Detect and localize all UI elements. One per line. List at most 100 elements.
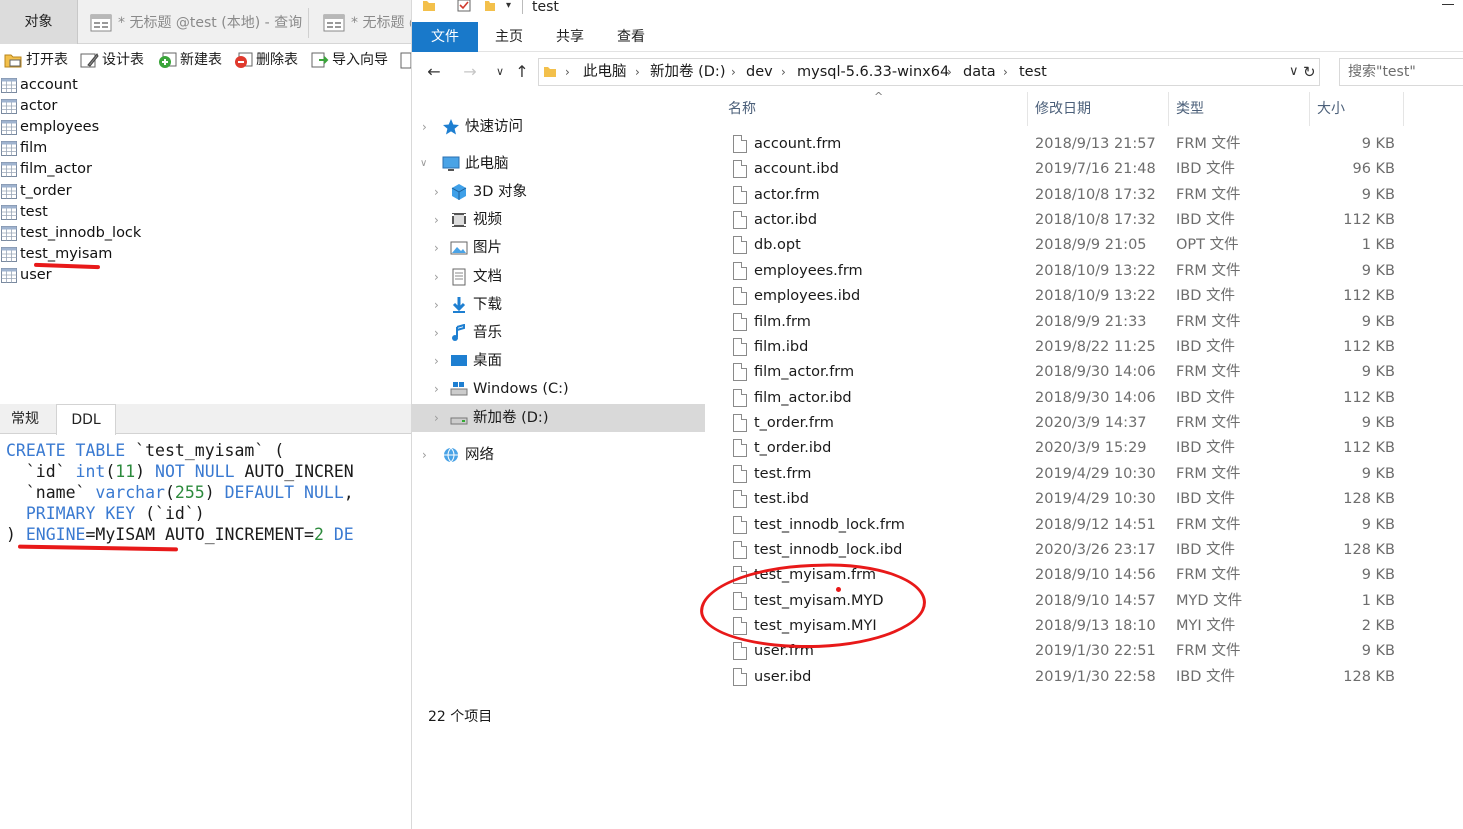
tab-home[interactable]: 主页 <box>484 22 534 52</box>
recent-locations-chevron-icon[interactable]: ∨ <box>490 62 510 82</box>
tab-share[interactable]: 共享 <box>545 22 595 52</box>
delete-table-button[interactable]: 删除表 <box>234 48 298 72</box>
table-list-item[interactable]: t_order <box>0 181 72 202</box>
file-row[interactable]: t_order.ibd 2020/3/9 15:29 IBD 文件 112 KB <box>720 436 1463 461</box>
breadcrumb-separator-icon[interactable]: › <box>1003 59 1008 85</box>
nav-item-label: 3D 对象 <box>473 184 527 200</box>
tab-view[interactable]: 查看 <box>606 22 656 52</box>
file-size: 96 KB <box>1352 161 1395 178</box>
tab-ddl[interactable]: DDL <box>56 404 116 435</box>
column-header-date[interactable]: 修改日期 <box>1035 92 1091 126</box>
file-row[interactable]: t_order.frm 2020/3/9 14:37 FRM 文件 9 KB <box>720 411 1463 436</box>
table-list-item[interactable]: test_innodb_lock <box>0 223 141 244</box>
file-row[interactable]: film_actor.frm 2018/9/30 14:06 FRM 文件 9 KB <box>720 360 1463 385</box>
table-list-item[interactable]: user <box>0 265 52 286</box>
more-tools-icon[interactable] <box>400 50 411 70</box>
collapse-chevron-icon[interactable]: ∨ <box>420 150 427 178</box>
import-wizard-button[interactable]: 导入向导 <box>310 48 388 72</box>
up-arrow-icon[interactable]: ↑ <box>512 62 532 82</box>
file-row[interactable]: test_innodb_lock.frm 2018/9/12 14:51 FRM 文… <box>720 513 1463 538</box>
file-row[interactable]: db.opt 2018/9/9 21:05 OPT 文件 1 KB <box>720 233 1463 258</box>
file-row[interactable]: account.ibd 2019/7/16 21:48 IBD 文件 96 KB <box>720 157 1463 182</box>
ddl-line: ) ENGINE=MyISAM AUTO_INCREMENT=2 DE <box>6 524 354 545</box>
breadcrumb-separator-icon[interactable]: › <box>731 59 736 85</box>
table-list-item[interactable]: actor <box>0 96 57 117</box>
breadcrumb-test[interactable]: test <box>1019 59 1047 85</box>
back-arrow-icon[interactable]: ← <box>424 62 444 82</box>
table-list-item[interactable]: test_myisam <box>0 244 112 265</box>
tab-query-1[interactable]: * 无标题 @test (本地) - 查询 <box>84 8 309 38</box>
minimize-icon[interactable] <box>1442 4 1454 5</box>
breadcrumb-separator-icon[interactable]: › <box>635 59 640 85</box>
table-grid-icon <box>1 78 17 93</box>
file-row[interactable]: film.ibd 2019/8/22 11:25 IBD 文件 112 KB <box>720 335 1463 360</box>
forward-arrow-icon[interactable]: → <box>460 62 480 82</box>
column-divider[interactable] <box>1403 92 1404 126</box>
column-divider[interactable] <box>1168 92 1169 126</box>
file-row[interactable]: actor.frm 2018/10/8 17:32 FRM 文件 9 KB <box>720 183 1463 208</box>
column-header-type[interactable]: 类型 <box>1176 92 1204 126</box>
table-list-item[interactable]: employees <box>0 117 99 138</box>
file-row[interactable]: film.frm 2018/9/9 21:33 FRM 文件 9 KB <box>720 310 1463 335</box>
tab-objects[interactable]: 对象 <box>0 0 78 44</box>
address-dropdown-chevron-icon[interactable]: ∨ <box>1289 59 1299 85</box>
file-row[interactable]: film_actor.ibd 2018/9/30 14:06 IBD 文件 112 K… <box>720 386 1463 411</box>
tab-general[interactable]: 常规 <box>0 404 50 434</box>
breadcrumb-data[interactable]: data <box>963 59 996 85</box>
new-table-button[interactable]: 新建表 <box>158 48 222 72</box>
file-row[interactable]: employees.ibd 2018/10/9 13:22 IBD 文件 112 KB <box>720 284 1463 309</box>
column-header-name[interactable]: 名称 <box>728 92 756 126</box>
table-name: employees <box>20 119 100 136</box>
file-row[interactable]: test_innodb_lock.ibd 2020/3/26 23:17 IBD 文… <box>720 538 1463 563</box>
file-row[interactable]: account.frm 2018/9/13 21:57 FRM 文件 9 KB <box>720 132 1463 157</box>
breadcrumb-separator-icon[interactable]: › <box>947 59 952 85</box>
file-row[interactable]: user.ibd 2019/1/30 22:58 IBD 文件 128 KB <box>720 665 1463 690</box>
tab-query-2[interactable]: * 无标题 @ <box>317 8 411 38</box>
breadcrumb-dev[interactable]: dev <box>746 59 773 85</box>
refresh-icon[interactable]: ↻ <box>1303 59 1319 85</box>
expand-chevron-icon[interactable]: › <box>434 178 439 206</box>
address-bar[interactable]: › 此电脑 › 新加卷 (D:) › dev › mysql-5.6.33-wi… <box>538 58 1320 86</box>
file-row[interactable]: employees.frm 2018/10/9 13:22 FRM 文件 9 KB <box>720 259 1463 284</box>
breadcrumb-mysql[interactable]: mysql-5.6.33-winx64 <box>797 59 949 85</box>
search-input[interactable]: 搜索"test" <box>1339 58 1463 86</box>
column-divider[interactable] <box>1027 92 1028 126</box>
expand-chevron-icon[interactable]: › <box>434 319 439 347</box>
quick-toolbar-dropdown-icon[interactable]: ▾ <box>506 0 511 12</box>
file-icon <box>733 515 747 534</box>
breadcrumb-this-pc[interactable]: 此电脑 <box>583 59 627 85</box>
query-tab-icon <box>90 14 112 32</box>
column-divider[interactable] <box>1309 92 1310 126</box>
column-header-size[interactable]: 大小 <box>1317 92 1345 126</box>
breadcrumb-separator-icon[interactable]: › <box>781 59 786 85</box>
expand-chevron-icon[interactable]: › <box>434 291 439 319</box>
expand-chevron-icon[interactable]: › <box>422 441 427 469</box>
file-size: 9 KB <box>1361 262 1395 279</box>
navicat-pane: 对象 * 无标题 @test (本地) - 查询 * 无标题 @ <box>0 0 411 829</box>
expand-chevron-icon[interactable]: › <box>434 206 439 234</box>
table-list-item[interactable]: test <box>0 202 48 223</box>
file-size: 112 KB <box>1343 389 1395 406</box>
open-table-button[interactable]: 打开表 <box>4 48 68 72</box>
table-list-item[interactable]: film_actor <box>0 159 92 180</box>
tab-file[interactable]: 文件 <box>412 22 478 52</box>
table-grid-icon <box>1 267 17 283</box>
design-table-button[interactable]: 设计表 <box>80 48 144 72</box>
breadcrumb-separator-icon[interactable]: › <box>565 59 570 85</box>
expand-chevron-icon[interactable]: › <box>434 375 439 403</box>
table-list-item[interactable]: account <box>0 75 78 96</box>
file-row[interactable]: test.frm 2019/4/29 10:30 FRM 文件 9 KB <box>720 462 1463 487</box>
table-list-item[interactable]: film <box>0 138 47 159</box>
new-folder-icon[interactable] <box>484 0 496 12</box>
file-row[interactable]: actor.ibd 2018/10/8 17:32 IBD 文件 112 KB <box>720 208 1463 233</box>
file-row[interactable]: test.ibd 2019/4/29 10:30 IBD 文件 128 KB <box>720 487 1463 512</box>
expand-chevron-icon[interactable]: › <box>434 347 439 375</box>
expand-chevron-icon[interactable]: › <box>434 404 439 432</box>
breadcrumb-drive-d[interactable]: 新加卷 (D:) <box>650 59 725 85</box>
table-grid-icon <box>1 204 17 220</box>
properties-icon[interactable] <box>457 0 471 12</box>
expand-chevron-icon[interactable]: › <box>434 263 439 291</box>
expand-chevron-icon[interactable]: › <box>434 234 439 262</box>
ddl-token: `name` <box>6 483 96 502</box>
expand-chevron-icon[interactable]: › <box>422 113 427 141</box>
